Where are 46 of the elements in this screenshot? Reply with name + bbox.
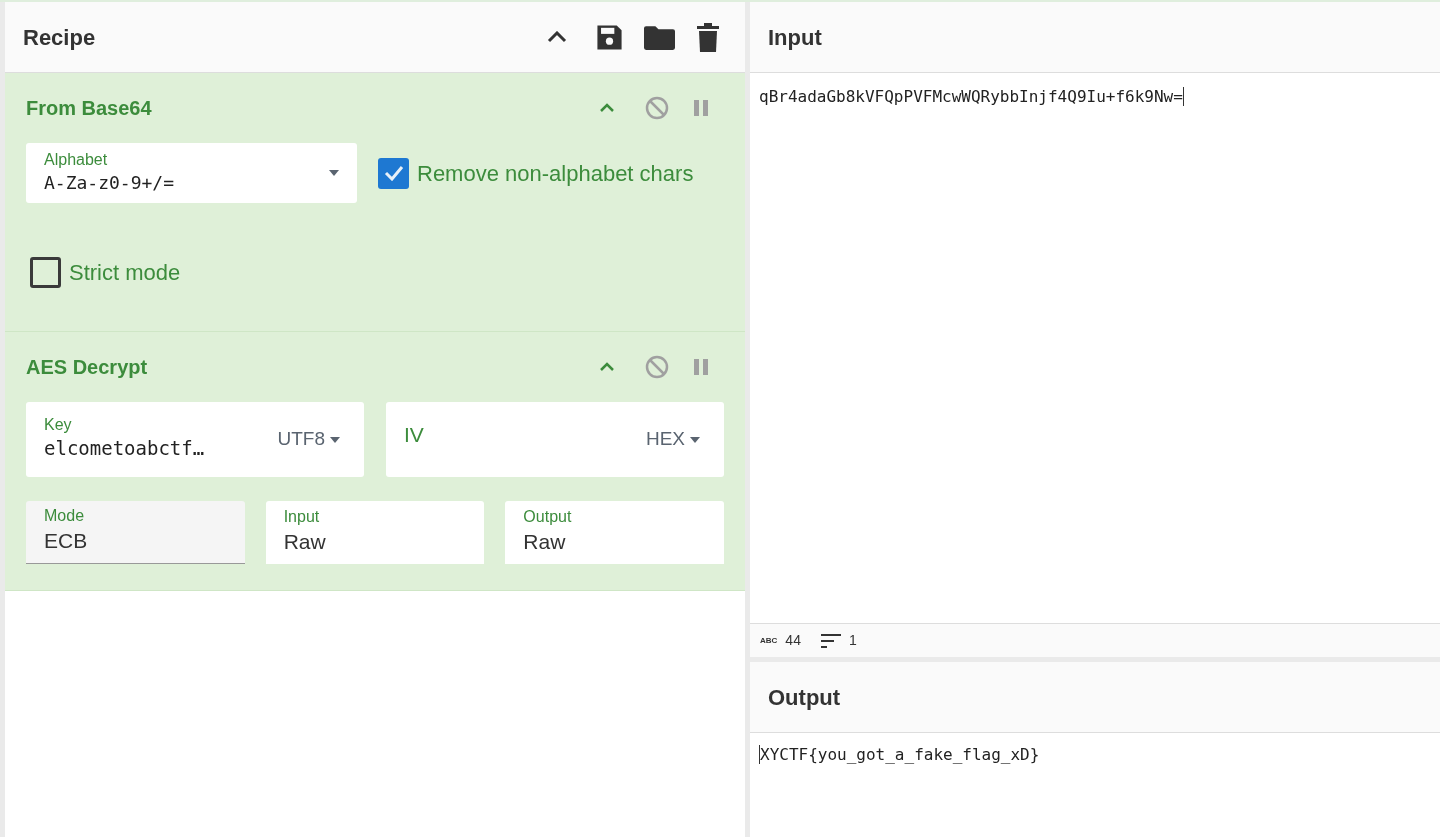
field-label: Output [523, 507, 573, 526]
save-icon[interactable] [595, 22, 624, 52]
caret-icon [330, 436, 340, 443]
field-label: Alphabet [44, 150, 109, 169]
pause-icon[interactable] [693, 99, 709, 117]
folder-icon[interactable] [644, 24, 675, 50]
checkbox-label: Remove non-alphabet chars [417, 159, 694, 188]
key-field[interactable]: Key elcometoabctf… UTF8 [26, 402, 364, 477]
check-icon [383, 165, 404, 181]
output-text-area: XYCTF{you_got_a_fake_flag_xD} [750, 733, 1440, 837]
panel-title: Recipe [23, 23, 97, 52]
disable-icon[interactable] [645, 355, 669, 379]
panel-title: Input [768, 23, 822, 52]
pause-icon[interactable] [693, 358, 709, 376]
field-label: IV [404, 421, 425, 448]
input-text-area[interactable]: qBr4adaGb8kVFQpPVFMcwWQRybbInjf4Q9Iu+f6k9Nw= [750, 73, 1440, 623]
input-format-dropdown[interactable]: Input Raw [265, 501, 485, 564]
checkbox-label: Strict mode [69, 259, 181, 287]
field-label: Key [44, 416, 73, 435]
panel-title: Output [768, 683, 841, 712]
iv-field[interactable]: IV HEX [386, 402, 724, 477]
field-value: A-Za-z0-9+/= [44, 170, 176, 195]
line-count: 1 [848, 631, 857, 650]
output-format-dropdown[interactable]: Output Raw [505, 501, 724, 564]
field-value: ECB [44, 528, 89, 555]
encoding-selector[interactable]: HEX [645, 425, 700, 454]
field-value: Raw [523, 528, 567, 555]
length-count: 44 [785, 631, 801, 650]
mode-dropdown[interactable]: Mode ECB [26, 501, 245, 564]
field-label: Input [283, 507, 321, 526]
disable-icon[interactable] [645, 96, 669, 120]
lines-icon [820, 633, 841, 648]
caret-icon [690, 436, 700, 443]
field-value: Raw [283, 528, 327, 555]
operation-title: AES Decrypt [26, 355, 149, 380]
collapse-icon[interactable] [547, 31, 567, 43]
alphabet-dropdown[interactable]: Alphabet A-Za-z0-9+/= [26, 143, 357, 203]
checkbox[interactable] [378, 157, 409, 189]
delete-icon[interactable] [697, 22, 719, 52]
encoding-selector[interactable]: UTF8 [277, 425, 340, 454]
dropdown-caret-icon [329, 170, 339, 176]
field-label: Mode [44, 507, 86, 526]
field-value: elcometoabctf… [44, 436, 206, 462]
checkbox[interactable] [30, 257, 61, 288]
operation-title: From Base64 [26, 96, 153, 121]
length-label: ABC [760, 634, 778, 647]
